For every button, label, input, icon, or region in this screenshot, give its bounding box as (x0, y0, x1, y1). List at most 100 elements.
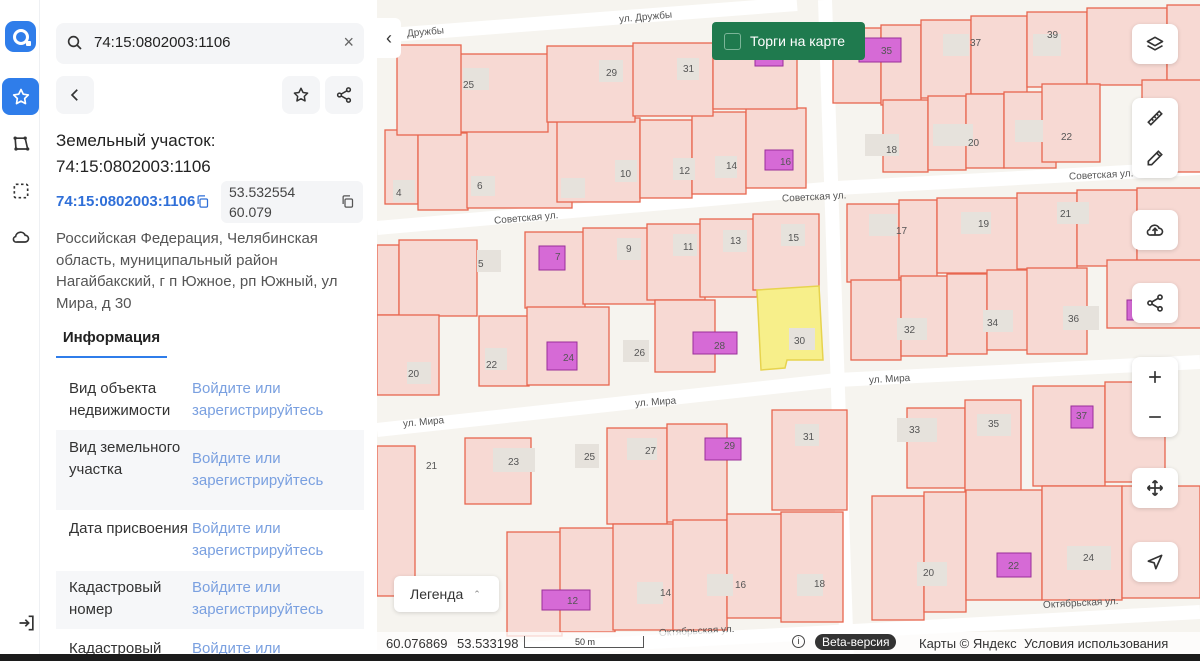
favorites-nav-button[interactable] (2, 78, 39, 115)
search-input[interactable]: 74:15:0802003:1106 (94, 34, 231, 51)
favorite-button[interactable] (282, 76, 320, 114)
house-number: 36 (1068, 314, 1080, 325)
cadastral-number-link[interactable]: 74:15:0802003:1106 (56, 193, 195, 210)
zoom-in-button[interactable] (1132, 357, 1178, 397)
map-credit[interactable]: Карты © Яндекс (919, 636, 1017, 651)
torgi-toggle[interactable]: Торги на карте (712, 22, 865, 60)
parcel-address: Российская Федерация, Челябинская област… (56, 230, 338, 312)
pan-button[interactable] (1132, 468, 1178, 508)
house-number: 37 (1076, 411, 1088, 422)
layers-icon (1146, 36, 1164, 51)
house-number: 11 (683, 242, 694, 253)
house-number: 6 (477, 181, 483, 192)
chevron-left-icon: ‹ (386, 27, 392, 48)
map-canvas[interactable]: ул. Дружбы Дружбы Советская ул. Советска… (377, 0, 1200, 661)
house-number: 12 (679, 166, 691, 177)
map-status-bar: 60.076869 53.533198 50 m i Beta-версия К… (377, 632, 1200, 654)
measure-tools (1132, 98, 1178, 178)
house-number: 30 (794, 336, 806, 347)
search-box[interactable]: 74:15:0802003:1106 × (56, 23, 364, 64)
house-number: 39 (1047, 30, 1059, 41)
login-link[interactable]: Войдите или зарегистрируйтесь (192, 577, 352, 620)
polygon-tool-button[interactable] (2, 125, 39, 162)
dashed-square-icon (13, 183, 28, 198)
selection-tool-button[interactable] (2, 172, 39, 209)
torgi-checkbox[interactable] (724, 32, 741, 50)
pan-control (1132, 468, 1178, 508)
collapse-panel-button[interactable]: ‹ (377, 18, 401, 58)
house-number: 15 (788, 233, 800, 244)
house-number: 25 (463, 80, 475, 91)
house-number: 12 (567, 596, 579, 607)
polygon-icon (13, 136, 29, 151)
geolocation-control (1132, 542, 1178, 582)
login-link[interactable]: Войдите или зарегистрируйтесь (192, 518, 352, 561)
cursor-latitude: 53.533198 (457, 636, 519, 651)
house-number: 26 (634, 348, 646, 359)
legend-button[interactable]: Легенда ⌃ (394, 576, 499, 612)
info-label: Вид земельного участка (69, 439, 181, 478)
house-number: 22 (1008, 561, 1020, 572)
house-number: 24 (563, 353, 575, 364)
house-number: 13 (730, 236, 742, 247)
cloud-nav-button[interactable] (2, 218, 39, 255)
house-number: 35 (881, 46, 893, 57)
copy-coords-icon[interactable] (340, 194, 355, 209)
house-number: 16 (735, 580, 747, 591)
chevron-left-icon (70, 89, 78, 101)
cursor-longitude: 60.076869 (386, 636, 448, 651)
share-icon (1147, 294, 1163, 312)
torgi-label: Торги на карте (750, 33, 845, 49)
logout-button[interactable] (8, 604, 45, 641)
house-number: 23 (508, 457, 520, 468)
login-link[interactable]: Войдите или зарегистрируйтесь (192, 378, 352, 421)
info-icon[interactable]: i (792, 635, 805, 648)
layers-button[interactable] (1132, 24, 1178, 64)
layers-control[interactable] (1132, 24, 1178, 64)
edit-button[interactable] (1132, 138, 1178, 178)
house-number: 7 (555, 252, 561, 263)
parcel-title-number: 74:15:0802003:1106 (56, 157, 211, 176)
terms-link[interactable]: Условия использования (1024, 636, 1168, 651)
coordinates-box: 53.532554 60.079 (221, 181, 363, 223)
ruler-button[interactable] (1132, 98, 1178, 138)
geolocation-button[interactable] (1132, 542, 1178, 582)
house-number: 34 (987, 318, 999, 329)
cadastral-map[interactable] (377, 0, 1200, 661)
map-scale: 50 m (524, 636, 644, 648)
clear-search-icon[interactable]: × (343, 32, 354, 53)
info-row-assign-date: Дата присвоения Войдите или зарегистриру… (56, 512, 364, 570)
zoom-out-button[interactable] (1132, 397, 1178, 437)
house-number: 22 (1061, 132, 1073, 143)
parcel-info-panel: 74:15:0802003:1106 × Земельный участок: … (41, 0, 376, 661)
house-number: 31 (683, 64, 695, 75)
tab-information[interactable]: Информация (56, 318, 167, 358)
house-number: 20 (968, 138, 980, 149)
star-outline-icon (293, 87, 309, 102)
login-link[interactable]: Войдите или зарегистрируйтесь (192, 448, 352, 491)
parcel-title-text: Земельный участок: (56, 131, 216, 150)
house-number: 18 (886, 145, 898, 156)
legend-label: Легенда (410, 586, 464, 602)
move-icon (1146, 479, 1164, 497)
house-number: 31 (803, 432, 815, 443)
house-number: 16 (780, 157, 792, 168)
house-number: 22 (486, 360, 498, 371)
house-number: 20 (923, 568, 935, 579)
search-icon (67, 35, 82, 50)
back-button[interactable] (56, 76, 94, 114)
plus-icon (1149, 371, 1161, 383)
house-number: 21 (1060, 209, 1072, 220)
share-button[interactable] (325, 76, 363, 114)
beta-badge: Beta-версия (815, 634, 897, 650)
house-number: 25 (584, 452, 596, 463)
share-control (1132, 283, 1178, 323)
star-icon (12, 88, 29, 104)
cloud-upload-icon (1146, 224, 1164, 236)
copy-icon[interactable] (195, 194, 210, 209)
app-logo-icon[interactable] (5, 21, 36, 52)
info-row-object-type: Вид объекта недвижимости Войдите или зар… (56, 370, 364, 428)
upload-button[interactable] (1132, 210, 1178, 250)
house-number: 20 (408, 369, 420, 380)
map-share-button[interactable] (1132, 283, 1178, 323)
